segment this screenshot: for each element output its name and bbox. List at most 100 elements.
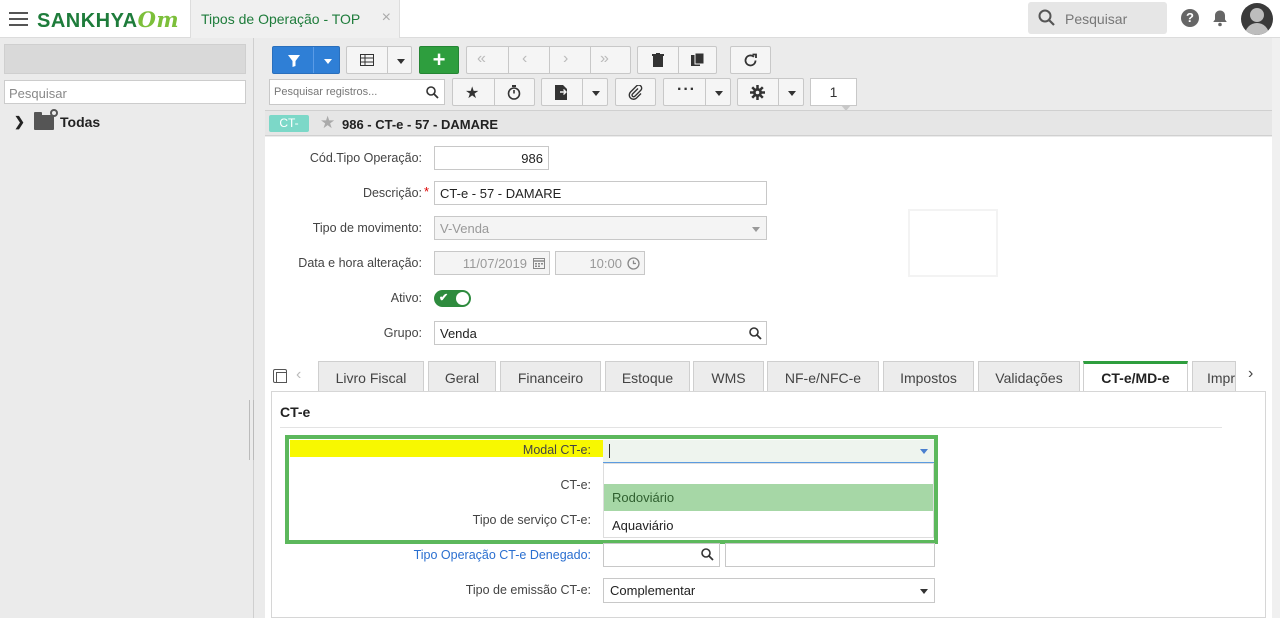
close-icon[interactable]: ×	[382, 9, 391, 27]
record-search-input[interactable]: Pesquisar registros...	[269, 79, 445, 105]
tab-wms[interactable]: WMS	[693, 361, 764, 391]
tipo-operacao-denegado-description[interactable]	[725, 543, 935, 567]
chevron-down-icon[interactable]	[324, 59, 332, 64]
tab-livro-fiscal[interactable]: Livro Fiscal	[318, 361, 424, 391]
avatar[interactable]	[1241, 3, 1273, 35]
grid-icon	[360, 54, 374, 66]
top-bar: SANKHYAOm Tipos de Operação - TOP × Pesq…	[0, 0, 1280, 38]
cod-tipo-operacao-label: Cód.Tipo Operação:	[309, 151, 422, 165]
left-panel: Pesquisar ❯ Todas	[0, 38, 254, 618]
tipo-movimento-select[interactable]: V-Venda	[434, 216, 767, 240]
search-icon[interactable]	[701, 548, 714, 561]
refresh-icon	[744, 53, 757, 66]
chevron-down-icon	[920, 589, 928, 594]
chevron-down-icon[interactable]	[715, 91, 723, 96]
data-alteracao-value: 11/07/2019	[462, 256, 527, 271]
record-header: CT- ★ 986 - CT-e - 57 - DAMARE	[265, 110, 1272, 136]
tipo-movimento-label: Tipo de movimento:	[312, 221, 422, 235]
record-search-placeholder: Pesquisar registros...	[274, 86, 378, 98]
app-tab-tipos-operacao[interactable]: Tipos de Operação - TOP ×	[190, 0, 400, 38]
clock-icon[interactable]	[627, 257, 640, 270]
record-actions	[637, 46, 717, 74]
tree-search-placeholder: Pesquisar	[9, 86, 67, 101]
grid-view-button[interactable]	[346, 46, 412, 74]
search-icon	[1038, 9, 1055, 26]
tab-nfe-nfce[interactable]: NF-e/NFC-e	[767, 361, 879, 391]
chevron-down-icon[interactable]	[788, 91, 796, 96]
tab-impr[interactable]: Impr	[1192, 361, 1236, 391]
copy-icon[interactable]	[273, 369, 287, 383]
duplicate-icon[interactable]	[691, 53, 705, 67]
image-placeholder[interactable]	[908, 209, 998, 277]
data-alteracao-field[interactable]: 11/07/2019	[434, 251, 550, 275]
navigation-buttons: « ‹ › »	[466, 46, 631, 74]
tree-search-input[interactable]: Pesquisar	[4, 80, 246, 104]
highlight-frame	[285, 435, 938, 544]
refresh-button[interactable]	[730, 46, 771, 74]
previous-record-icon[interactable]: ‹	[522, 50, 527, 68]
record-badge: CT-	[269, 115, 309, 132]
tab-validacoes[interactable]: Validações	[978, 361, 1080, 391]
grupo-label: Grupo:	[383, 326, 422, 340]
trash-icon[interactable]	[652, 53, 664, 67]
scrollbar[interactable]	[1272, 38, 1280, 618]
tipo-operacao-denegado-link[interactable]: Tipo Operação CT-e Denegado:	[290, 548, 591, 562]
settings-button[interactable]	[737, 78, 804, 106]
ativo-label: Ativo:	[390, 291, 422, 305]
section-title: CT-e	[280, 404, 311, 420]
tab-estoque[interactable]: Estoque	[605, 361, 690, 391]
favorite-star-icon[interactable]: ★	[320, 113, 335, 133]
menu-icon[interactable]	[9, 12, 28, 26]
record-title: 986 - CT-e - 57 - DAMARE	[342, 117, 499, 132]
search-icon[interactable]	[426, 86, 439, 99]
left-panel-header	[4, 44, 246, 74]
page-number[interactable]: 1	[810, 78, 857, 111]
more-actions-button[interactable]: ···	[663, 78, 731, 106]
tipo-emissao-cte-value: Complementar	[610, 583, 696, 598]
tab-impostos[interactable]: Impostos	[883, 361, 974, 391]
tab-financeiro[interactable]: Financeiro	[500, 361, 601, 391]
chevron-right-icon[interactable]: ›	[1248, 365, 1253, 383]
attach-button[interactable]	[615, 78, 656, 106]
required-marker: *	[424, 184, 430, 199]
tree-item-label: Todas	[60, 114, 101, 130]
app-tab-label: Tipos de Operação - TOP	[201, 11, 361, 27]
tipo-operacao-denegado-code[interactable]	[603, 543, 720, 567]
bell-icon[interactable]	[1211, 9, 1229, 27]
favorites-timer-group: ★	[452, 78, 535, 106]
cod-tipo-operacao-field[interactable]: 986	[434, 146, 549, 170]
chevron-left-icon[interactable]: ‹	[296, 366, 301, 384]
document-export-icon	[555, 85, 567, 100]
help-icon[interactable]: ?	[1181, 9, 1199, 27]
global-search-placeholder: Pesquisar	[1065, 11, 1128, 27]
export-button[interactable]	[541, 78, 608, 106]
descricao-field[interactable]: CT-e - 57 - DAMARE	[434, 181, 767, 205]
search-icon[interactable]	[749, 327, 762, 340]
chevron-down-icon[interactable]	[592, 91, 600, 96]
chevron-down-icon[interactable]	[397, 59, 405, 64]
stopwatch-icon[interactable]	[507, 85, 521, 100]
ativo-toggle[interactable]: ✔	[434, 290, 471, 307]
plus-icon: +	[432, 47, 446, 72]
first-record-icon[interactable]: «	[477, 50, 486, 68]
tipo-emissao-cte-select[interactable]: Complementar	[603, 578, 935, 603]
ellipsis-icon: ···	[677, 81, 696, 98]
calendar-icon[interactable]	[533, 257, 545, 269]
filter-icon	[288, 55, 300, 67]
chevron-right-icon[interactable]: ❯	[14, 114, 28, 130]
section-divider	[280, 427, 1222, 428]
tree-item-todas[interactable]: ❯ Todas	[14, 108, 101, 132]
hora-alteracao-field[interactable]: 10:00	[555, 251, 645, 275]
tab-cte-mde[interactable]: CT-e/MD-e	[1083, 361, 1188, 391]
logo[interactable]: SANKHYAOm	[37, 7, 179, 33]
add-button[interactable]: +	[419, 46, 459, 74]
grupo-field[interactable]: Venda	[434, 321, 767, 345]
panel-splitter[interactable]	[249, 400, 254, 460]
global-search[interactable]: Pesquisar	[1028, 2, 1167, 34]
descricao-label: Descrição:	[362, 186, 422, 200]
star-icon[interactable]: ★	[465, 83, 479, 103]
last-record-icon[interactable]: »	[600, 50, 609, 68]
next-record-icon[interactable]: ›	[563, 50, 568, 68]
filter-button[interactable]	[272, 46, 340, 74]
tab-geral[interactable]: Geral	[428, 361, 496, 391]
